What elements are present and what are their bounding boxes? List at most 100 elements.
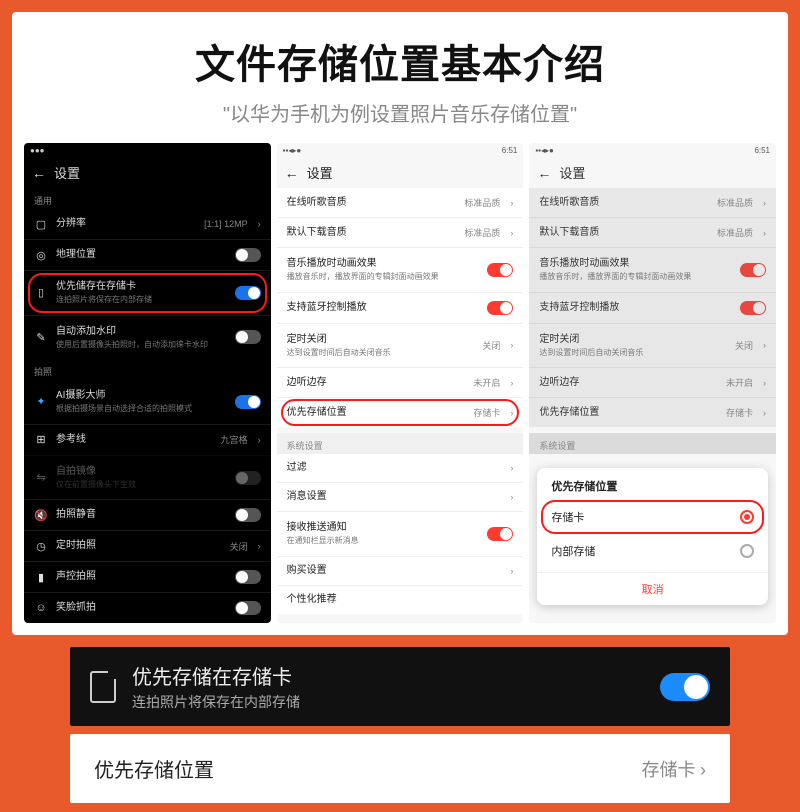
status-bar: ▪▪◂▸●6:51 — [277, 143, 524, 157]
chevron-right-icon: › — [258, 219, 261, 229]
status-bar: ▪▪◂▸●6:51 — [529, 143, 776, 157]
screenshot-camera-settings: ●●● ← 设置 通用 ▢ 分辨率 [1:1] 12MP› ◎ 地理位置 ▯ 优… — [24, 143, 271, 623]
row-filter[interactable]: 过滤› — [277, 454, 524, 482]
row-cache[interactable]: 边听边存 未开启› — [277, 367, 524, 397]
toggle[interactable] — [487, 301, 513, 315]
chevron-right-icon: › — [510, 463, 513, 473]
cancel-button[interactable]: 取消 — [537, 572, 768, 599]
topbar: ← 设置 — [24, 157, 271, 188]
mute-icon: 🔇 — [34, 508, 48, 522]
screen-title: 设置 — [559, 163, 585, 182]
toggle[interactable] — [235, 330, 261, 344]
row-timer[interactable]: ◷ 定时拍照 关闭› — [24, 530, 271, 561]
screenshot-storage-dialog: ▪▪◂▸●6:51 ← 设置 在线听歌音质标准品质› 默认下载音质标准品质› 音… — [529, 143, 776, 623]
topbar: ← 设置 — [277, 157, 524, 188]
topbar: ← 设置 — [529, 157, 776, 188]
row-timer-off[interactable]: 定时关闭达到设置时间后自动关闭音乐 关闭› — [277, 323, 524, 368]
chevron-right-icon: › — [258, 435, 261, 445]
back-icon[interactable]: ← — [32, 165, 46, 181]
storage-dialog: 优先存储位置 存储卡 内部存储 取消 — [537, 468, 768, 605]
row-mute[interactable]: 🔇 拍照静音 — [24, 499, 271, 530]
option-sd-card[interactable]: 存储卡 — [537, 500, 768, 534]
row-storage-location[interactable]: 优先存储位置 存储卡› — [277, 397, 524, 427]
row-resolution[interactable]: ▢ 分辨率 [1:1] 12MP› — [24, 209, 271, 239]
screen-title: 设置 — [54, 163, 80, 182]
row-animation[interactable]: 音乐播放时动画效果播放音乐时，播放界面的专辑封面动画效果 — [277, 247, 524, 292]
detail-label: 优先存储位置 — [94, 754, 214, 783]
screen-title: 设置 — [307, 163, 333, 182]
toggle[interactable] — [235, 286, 261, 300]
row-reference[interactable]: ⊞ 参考线 九宫格› — [24, 424, 271, 455]
option-internal[interactable]: 内部存储 — [537, 534, 768, 568]
section-photo: 拍照 — [24, 359, 271, 380]
back-icon: ← — [537, 165, 551, 181]
row-bluetooth[interactable]: 支持蓝牙控制播放 — [277, 292, 524, 323]
dialog-title: 优先存储位置 — [537, 478, 768, 500]
row-bluetooth: 支持蓝牙控制播放 — [529, 292, 776, 323]
resolution-icon: ▢ — [34, 217, 48, 231]
toggle[interactable] — [487, 527, 513, 541]
grid-icon: ⊞ — [34, 433, 48, 447]
detail-store-sd: 优先存储在存储卡 连拍照片将保存在内部存储 — [70, 647, 730, 726]
row-online-quality: 在线听歌音质标准品质› — [529, 188, 776, 217]
row-message[interactable]: 消息设置› — [277, 482, 524, 511]
row-mirror[interactable]: ⇋ 自拍镜像 仅在前置摄像头下生效 — [24, 455, 271, 500]
row-buy[interactable]: 购买设置› — [277, 556, 524, 585]
mirror-icon: ⇋ — [34, 471, 48, 485]
row-push[interactable]: 接收推送通知在通知栏显示新消息 — [277, 511, 524, 556]
section-system: 系统设置 — [277, 433, 524, 454]
chevron-right-icon: › — [510, 378, 513, 388]
row-voice[interactable]: ▮ 声控拍照 — [24, 561, 271, 592]
toggle[interactable] — [235, 601, 261, 615]
row-smile[interactable]: ☺ 笑脸抓拍 — [24, 592, 271, 623]
row-geo[interactable]: ◎ 地理位置 — [24, 239, 271, 270]
toggle[interactable] — [487, 263, 513, 277]
row-ai[interactable]: ✦ AI摄影大师 根据拍摄场景自动选择合适的拍照模式 — [24, 380, 271, 424]
chevron-right-icon: › — [510, 566, 513, 576]
header: 文件存储位置基本介绍 "以华为手机为例设置照片音乐存储位置" — [12, 12, 788, 143]
location-icon: ◎ — [34, 248, 48, 262]
chevron-right-icon: › — [510, 228, 513, 238]
row-online-quality[interactable]: 在线听歌音质 标准品质› — [277, 188, 524, 217]
toggle[interactable] — [235, 508, 261, 522]
section-general: 通用 — [24, 188, 271, 209]
detail-storage-location[interactable]: 优先存储位置 存储卡 › — [70, 734, 730, 803]
chevron-right-icon: › — [510, 408, 513, 418]
row-download-quality[interactable]: 默认下载音质 标准品质› — [277, 217, 524, 247]
chevron-right-icon: › — [700, 760, 706, 780]
screenshot-music-settings: ▪▪◂▸●6:51 ← 设置 在线听歌音质 标准品质› 默认下载音质 标准品质›… — [277, 143, 524, 623]
row-cache: 边听边存未开启› — [529, 367, 776, 397]
toggle[interactable] — [660, 673, 710, 701]
detail-sub: 连拍照片将保存在内部存储 — [132, 692, 644, 712]
smile-icon: ☺ — [34, 601, 48, 615]
timer-icon: ◷ — [34, 539, 48, 553]
detail-title: 优先存储在存储卡 — [132, 661, 644, 690]
toggle[interactable] — [235, 248, 261, 262]
radio-selected-icon[interactable] — [740, 510, 754, 524]
row-watermark[interactable]: ✎ 自动添加水印 使用后置摄像头拍照时，自动添加徕卡水印 — [24, 315, 271, 360]
detail-value: 存储卡 — [642, 760, 696, 780]
sd-card-icon: ▯ — [34, 286, 48, 300]
page-title: 文件存储位置基本介绍 — [22, 32, 778, 90]
chevron-right-icon: › — [510, 492, 513, 502]
toggle[interactable] — [235, 570, 261, 584]
back-icon[interactable]: ← — [285, 165, 299, 181]
row-timer-off: 定时关闭达到设置时间后自动关闭音乐关闭› — [529, 323, 776, 368]
chevron-right-icon: › — [510, 340, 513, 350]
chevron-right-icon: › — [258, 541, 261, 551]
ai-icon: ✦ — [34, 395, 48, 409]
watermark-icon: ✎ — [34, 330, 48, 344]
toggle[interactable] — [235, 395, 261, 409]
radio-icon[interactable] — [740, 544, 754, 558]
row-store-sd[interactable]: ▯ 优先储存在存储卡 连拍照片将保存在内部存储 — [24, 270, 271, 315]
page-subtitle: "以华为手机为例设置照片音乐存储位置" — [22, 98, 778, 127]
row-storage-location: 优先存储位置存储卡› — [529, 397, 776, 427]
row-animation: 音乐播放时动画效果播放音乐时，播放界面的专辑封面动画效果 — [529, 247, 776, 292]
voice-icon: ▮ — [34, 570, 48, 584]
toggle — [235, 471, 261, 485]
row-download-quality: 默认下载音质标准品质› — [529, 217, 776, 247]
chevron-right-icon: › — [510, 198, 513, 208]
status-bar: ●●● — [24, 143, 271, 157]
sd-card-icon — [90, 671, 116, 703]
row-personal[interactable]: 个性化推荐 — [277, 585, 524, 614]
